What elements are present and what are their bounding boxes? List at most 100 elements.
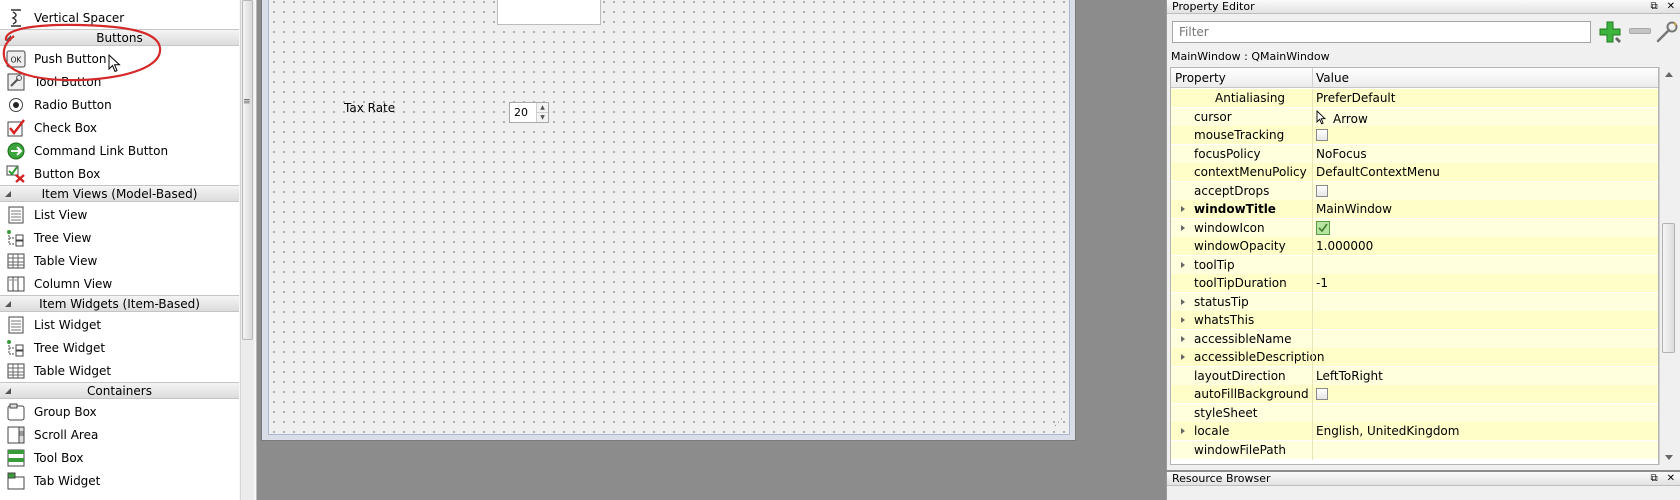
property-row-windowopacity[interactable]: windowOpacity 1.000000 [1171, 237, 1658, 256]
property-row-antialiasing[interactable]: Antialiasing PreferDefault [1171, 89, 1658, 108]
collapse-triangle-icon[interactable] [5, 35, 11, 41]
property-row-windowtitle[interactable]: windowTitle MainWindow [1171, 200, 1658, 219]
property-row-focuspolicy[interactable]: focusPolicy NoFocus [1171, 144, 1658, 164]
property-checkbox[interactable] [1316, 388, 1328, 400]
property-name: accessibleDescription [1194, 350, 1325, 364]
property-value[interactable]: NoFocus [1316, 147, 1367, 161]
configure-wrench-icon[interactable] [1655, 20, 1679, 44]
property-value[interactable]: English, UnitedKingdom [1316, 424, 1459, 438]
widget-item-vertical-spacer[interactable]: Vertical Spacer [0, 7, 239, 29]
splitter-grip-icon[interactable]: ≡ [243, 98, 251, 107]
value-column-header[interactable]: Value [1316, 71, 1349, 85]
property-row-accessiblename[interactable]: accessibleName [1171, 329, 1658, 349]
float-icon[interactable]: ⧉ [1650, 472, 1657, 485]
property-row-tooltip[interactable]: toolTip [1171, 255, 1658, 275]
widget-category-header[interactable]: Containers [0, 382, 239, 399]
property-row-acceptdrops[interactable]: acceptDrops [1171, 181, 1658, 201]
table-widget-icon [6, 361, 26, 381]
remove-property-minus-icon[interactable] [1629, 28, 1651, 34]
property-row-cursor[interactable]: cursor Arrow [1171, 107, 1658, 128]
resize-grip-icon[interactable]: ⋰ [1054, 419, 1063, 428]
scroll-down-icon[interactable] [1665, 455, 1673, 460]
widget-box-scrollbar[interactable] [240, 0, 254, 500]
property-value[interactable]: 1.000000 [1316, 239, 1373, 253]
expand-arrow-icon[interactable] [1181, 298, 1185, 305]
collapse-triangle-icon[interactable] [5, 388, 11, 394]
widget-item-column-view[interactable]: Column View [0, 273, 239, 295]
property-row-tooltipduration[interactable]: toolTipDuration -1 [1171, 274, 1658, 293]
spin-up-icon[interactable]: ▲ [537, 103, 548, 112]
property-value[interactable] [1316, 220, 1330, 238]
widget-item-list-widget[interactable]: List Widget [0, 314, 239, 336]
widget-category-header[interactable]: Item Views (Model-Based) [0, 185, 239, 202]
property-value[interactable] [1316, 128, 1328, 141]
spin-down-icon[interactable]: ▼ [537, 112, 548, 122]
widget-item-list-view[interactable]: List View [0, 204, 239, 226]
widget-item-tab-widget[interactable]: Tab Widget [0, 470, 239, 492]
main-window-form[interactable]: Tax Rate 20 ▲ ▼ ⋰ [261, 0, 1076, 441]
widget-category-label: Containers [87, 383, 152, 398]
property-column-header[interactable]: Property [1175, 71, 1226, 85]
property-row-autofillbackground[interactable]: autoFillBackground [1171, 385, 1658, 404]
widget-item-tool-button[interactable]: Tool Button [0, 71, 239, 93]
widget-category-header[interactable]: Item Widgets (Item-Based) [0, 295, 239, 312]
widget-item-check-box[interactable]: Check Box [0, 117, 239, 139]
property-value[interactable] [1316, 387, 1328, 400]
widget-item-button-box[interactable]: Button Box [0, 163, 239, 185]
property-row-mousetracking[interactable]: mouseTracking [1171, 126, 1658, 145]
property-value[interactable]: Arrow [1316, 109, 1368, 128]
property-row-contextmenupolicy[interactable]: contextMenuPolicy DefaultContextMenu [1171, 163, 1658, 182]
collapse-triangle-icon[interactable] [5, 191, 11, 197]
close-icon[interactable]: ✕ [1667, 472, 1675, 485]
property-value[interactable]: DefaultContextMenu [1316, 165, 1440, 179]
collapse-triangle-icon[interactable] [5, 301, 11, 307]
widget-item-radio-button[interactable]: Radio Button [0, 94, 239, 116]
widget-item-tree-widget[interactable]: Tree Widget [0, 337, 239, 359]
expand-arrow-icon[interactable] [1181, 206, 1185, 212]
property-row-windowfilepath[interactable]: windowFilePath [1171, 440, 1658, 460]
scroll-area-icon [6, 425, 26, 445]
property-value[interactable]: PreferDefault [1316, 91, 1395, 105]
widget-item-tool-box[interactable]: Tool Box [0, 447, 239, 469]
scroll-up-icon[interactable] [1665, 72, 1673, 77]
property-scroll-thumb[interactable] [1662, 223, 1675, 353]
widget-item-command-link-button[interactable]: Command Link Button [0, 140, 239, 162]
form-canvas[interactable]: Tax Rate 20 ▲ ▼ ⋰ [268, 0, 1070, 435]
expand-arrow-icon[interactable] [1181, 317, 1185, 323]
property-table-scrollbar[interactable] [1659, 67, 1677, 465]
widget-box-scroll-thumb[interactable] [242, 0, 253, 340]
property-checkbox[interactable] [1316, 184, 1328, 197]
expand-arrow-icon[interactable] [1181, 335, 1185, 342]
tax-rate-spinbox[interactable]: 20 ▲ ▼ [509, 102, 549, 123]
property-row-statustip[interactable]: statusTip [1171, 292, 1658, 312]
placeholder-widget[interactable] [497, 0, 601, 25]
expand-arrow-icon[interactable] [1181, 428, 1185, 434]
property-row-windowicon[interactable]: windowIcon [1171, 218, 1658, 238]
expand-arrow-icon[interactable] [1181, 224, 1185, 231]
property-row-layoutdirection[interactable]: layoutDirection LeftToRight [1171, 366, 1658, 386]
widget-item-tree-view[interactable]: Tree View [0, 227, 239, 249]
tax-rate-label[interactable]: Tax Rate [344, 101, 395, 115]
property-value[interactable] [1316, 184, 1328, 197]
property-value[interactable]: MainWindow [1316, 202, 1392, 216]
close-icon[interactable]: ✕ [1667, 0, 1675, 13]
property-value[interactable]: -1 [1316, 276, 1328, 290]
property-value[interactable]: LeftToRight [1316, 369, 1383, 383]
widget-category-header[interactable]: Buttons [0, 29, 239, 46]
property-row-stylesheet[interactable]: styleSheet [1171, 403, 1658, 423]
widget-item-table-view[interactable]: Table View [0, 250, 239, 272]
expand-arrow-icon[interactable] [1181, 261, 1185, 268]
tax-rate-value[interactable]: 20 [510, 103, 536, 122]
add-property-plus-icon[interactable] [1597, 19, 1623, 45]
expand-arrow-icon[interactable] [1181, 354, 1185, 360]
property-name: focusPolicy [1194, 146, 1261, 161]
property-row-whatsthis[interactable]: whatsThis [1171, 311, 1658, 330]
widget-item-group-box[interactable]: Group Box [0, 401, 239, 423]
property-row-accessibledescription[interactable]: accessibleDescription [1171, 348, 1658, 367]
property-checkbox[interactable] [1316, 129, 1328, 141]
float-icon[interactable]: ⧉ [1650, 0, 1657, 13]
widget-item-table-widget[interactable]: Table Widget [0, 360, 239, 382]
widget-item-scroll-area[interactable]: Scroll Area [0, 424, 239, 446]
property-row-locale[interactable]: locale English, UnitedKingdom [1171, 422, 1658, 441]
property-filter-input[interactable] [1172, 21, 1591, 43]
